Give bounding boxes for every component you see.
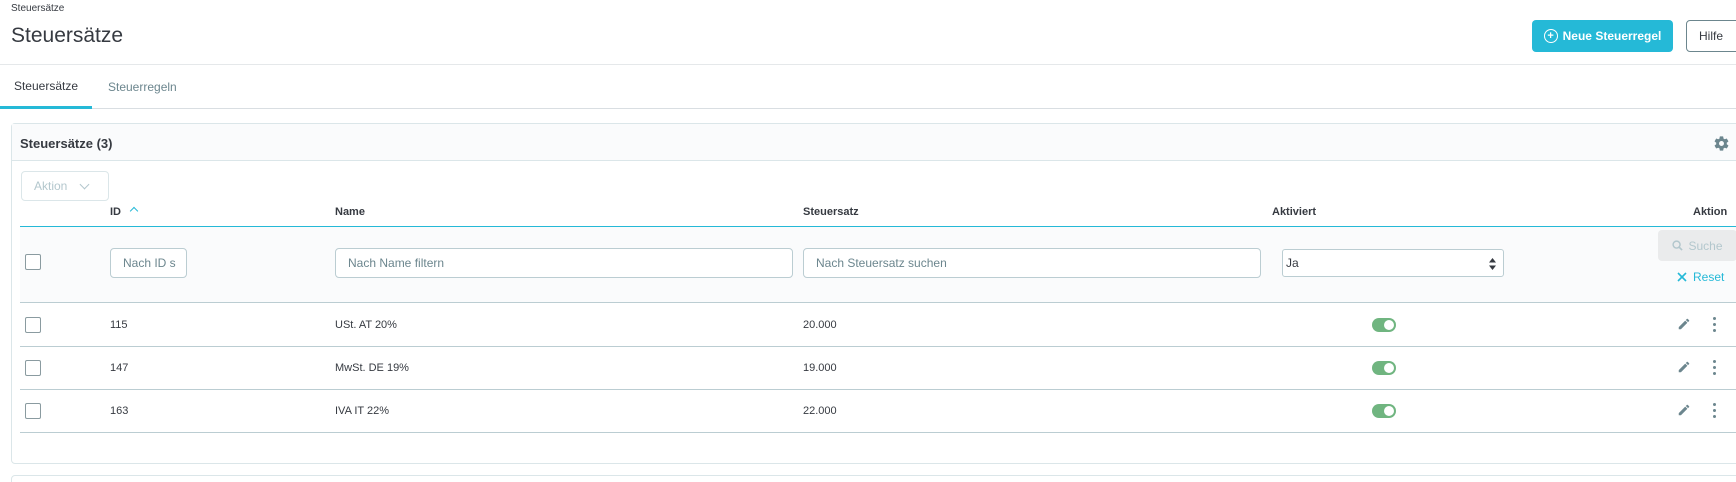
row-id: 163	[110, 405, 129, 417]
kebab-icon[interactable]	[1713, 403, 1717, 419]
enabled-filter-value: Ja	[1286, 256, 1299, 270]
id-filter-input[interactable]: Nach ID s	[110, 248, 187, 278]
enabled-toggle[interactable]	[1372, 361, 1396, 375]
plus-circle-icon: +	[1543, 29, 1558, 43]
row-checkbox[interactable]	[25, 403, 41, 419]
column-header-id[interactable]: ID	[110, 206, 139, 218]
table-row[interactable]: 147 MwSt. DE 19% 19.000	[20, 347, 1736, 390]
gear-icon[interactable]	[1713, 135, 1730, 152]
caret-up-icon[interactable]	[129, 206, 139, 216]
reset-link[interactable]: Reset	[1677, 270, 1724, 284]
grid-title: Steuersätze (3)	[20, 136, 113, 151]
column-id-label: ID	[110, 206, 121, 218]
enabled-filter-select[interactable]: Ja	[1282, 249, 1504, 277]
grid-header: Steuersätze (3)	[12, 124, 1736, 161]
bulk-action-dropdown[interactable]: Aktion	[21, 171, 109, 201]
page-title: Steuersätze	[11, 24, 124, 47]
column-header-enabled[interactable]: Aktiviert	[1272, 206, 1316, 218]
tab-tax-rules[interactable]: Steuerregeln	[108, 65, 177, 109]
row-id: 115	[110, 319, 128, 331]
column-header-actions: Aktion	[1693, 206, 1728, 218]
row-rate: 19.000	[803, 362, 837, 374]
row-checkbox[interactable]	[25, 360, 41, 376]
tab-tax-rates[interactable]: Steuersätze	[0, 65, 92, 109]
table-row[interactable]: 115 USt. AT 20% 20.000	[20, 304, 1736, 347]
filter-row: Nach ID s Nach Name filtern Nach Steuers…	[20, 227, 1736, 303]
tax-rates-grid: Steuersätze (3) Aktion ID Name Steuersat…	[11, 123, 1736, 464]
search-label: Suche	[1688, 238, 1723, 253]
bulk-action-label: Aktion	[34, 179, 68, 193]
row-id: 147	[110, 362, 129, 374]
pencil-icon[interactable]	[1677, 360, 1691, 374]
search-icon	[1672, 240, 1684, 251]
chevron-down-icon	[79, 179, 90, 189]
enabled-toggle[interactable]	[1372, 318, 1396, 332]
row-rate: 22.000	[803, 405, 837, 417]
breadcrumb[interactable]: Steuersätze	[11, 3, 64, 14]
row-rate: 20.000	[803, 319, 837, 331]
table-row[interactable]: 163 IVA IT 22% 22.000	[20, 390, 1736, 433]
pencil-icon[interactable]	[1677, 317, 1691, 331]
name-filter-input[interactable]: Nach Name filtern	[335, 248, 793, 278]
kebab-icon[interactable]	[1713, 360, 1717, 376]
row-name: MwSt. DE 19%	[335, 362, 409, 374]
row-checkbox[interactable]	[25, 317, 41, 333]
new-tax-rule-button[interactable]: + Neue Steuerregel	[1532, 20, 1673, 52]
pencil-icon[interactable]	[1677, 403, 1691, 417]
select-arrows-icon	[1489, 258, 1496, 270]
new-tax-rule-label: Neue Steuerregel	[1562, 29, 1662, 43]
kebab-icon[interactable]	[1713, 317, 1717, 333]
enabled-toggle[interactable]	[1372, 404, 1396, 418]
column-header-name[interactable]: Name	[335, 206, 365, 218]
search-button[interactable]: Suche	[1658, 230, 1736, 261]
close-icon	[1677, 272, 1687, 282]
reset-label: Reset	[1693, 270, 1725, 284]
help-button[interactable]: Hilfe	[1686, 20, 1736, 52]
tab-bar: Steuersätze Steuerregeln	[0, 65, 1736, 109]
rate-filter-input[interactable]: Nach Steuersatz suchen	[803, 248, 1261, 278]
row-name: IVA IT 22%	[335, 405, 390, 417]
row-name: USt. AT 20%	[335, 319, 397, 331]
select-all-checkbox[interactable]	[25, 254, 41, 270]
secondary-card	[11, 475, 1736, 482]
page-header: Steuersätze Steuersätze + Neue Steuerreg…	[0, 0, 1736, 65]
column-header-rate[interactable]: Steuersatz	[803, 206, 859, 218]
